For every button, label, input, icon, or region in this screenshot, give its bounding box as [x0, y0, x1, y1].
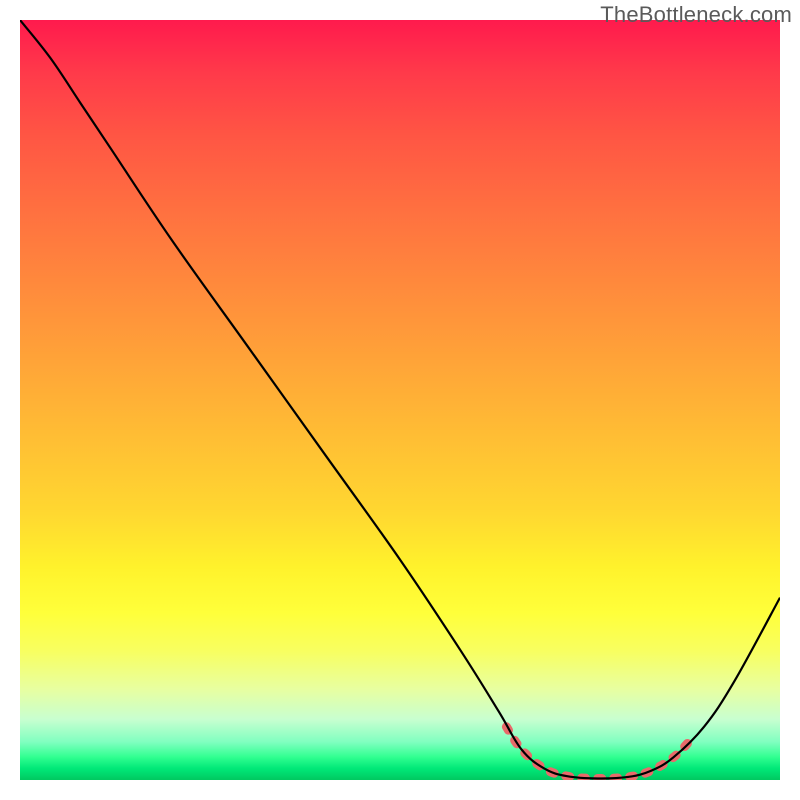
- chart-container: TheBottleneck.com: [0, 0, 800, 800]
- optimal-highlight-curve: [506, 727, 688, 779]
- watermark-text: TheBottleneck.com: [600, 2, 792, 28]
- curve-svg: [20, 20, 780, 780]
- bottleneck-curve: [20, 20, 780, 779]
- plot-area: [20, 20, 780, 780]
